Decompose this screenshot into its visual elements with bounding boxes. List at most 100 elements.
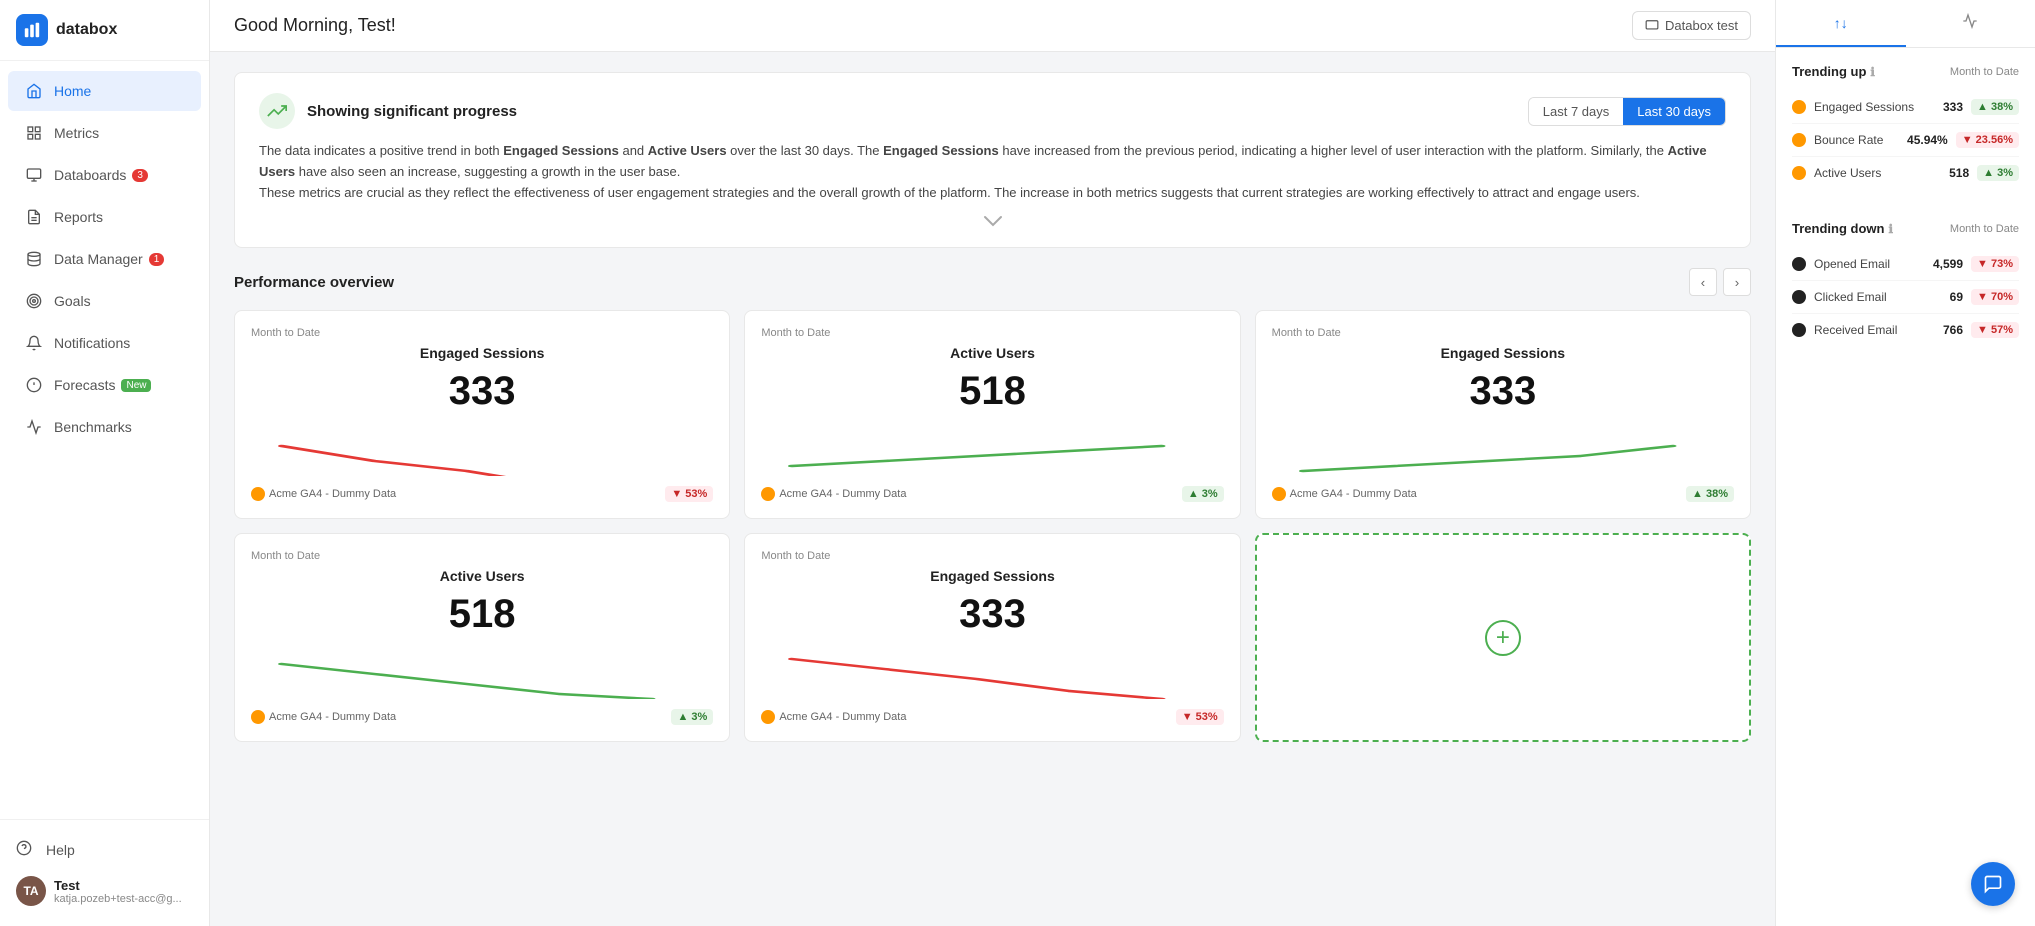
sidebar: databox Home Metrics Databoards 3 Rep [0,0,210,926]
trending-up-period: Month to Date [1950,66,2019,78]
metric-period-0: Month to Date [251,327,713,339]
trending-down-section: Trending down ℹ Month to Date Opened Ema… [1776,205,2035,362]
metric-source-3: Acme GA4 - Dummy Data [251,710,396,724]
sidebar-item-benchmarks[interactable]: Benchmarks [8,407,201,447]
trending-item-trend: ▼ 73% [1971,256,2019,272]
trending-item-value: 518 [1949,166,1969,180]
add-metric-icon: + [1485,620,1521,656]
trending-item-trend: ▼ 57% [1971,322,2019,338]
panel-tab-sort[interactable]: ↑↓ [1776,0,1906,47]
right-panel: ↑↓ Trending up ℹ Month to Date Engaged S… [1775,0,2035,926]
nav-arrows: ‹ › [1689,268,1751,296]
trending-down-items: Opened Email 4,599 ▼ 73% Clicked Email 6… [1792,248,2019,346]
add-metric-card[interactable]: + [1255,533,1751,742]
trending-item-name: Active Users [1814,166,1881,180]
sidebar-label-home: Home [54,83,91,99]
metric-chart-1 [761,426,1223,476]
sidebar-label-data-manager: Data Manager [54,251,143,267]
source-icon-1 [761,487,775,501]
sidebar-label-databoards: Databoards [54,167,126,183]
help-label: Help [46,842,75,858]
sidebar-item-forecasts[interactable]: Forecasts New [8,365,201,405]
sidebar-label-notifications: Notifications [54,335,130,351]
forecasts-icon [24,375,44,395]
metric-card-2: Month to Date Engaged Sessions 333 Acme … [1255,310,1751,519]
time-buttons: Last 7 days Last 30 days [1528,97,1726,126]
sidebar-item-home[interactable]: Home [8,71,201,111]
trending-down-header: Trending down ℹ Month to Date [1792,221,2019,236]
metric-value-4: 333 [761,592,1223,637]
metric-card-3: Month to Date Active Users 518 Acme GA4 … [234,533,730,742]
help-link[interactable]: Help [16,832,193,868]
trending-item-right: 69 ▼ 70% [1950,289,2019,305]
sidebar-label-goals: Goals [54,293,91,309]
trending-item-value: 333 [1943,100,1963,114]
prev-arrow[interactable]: ‹ [1689,268,1717,296]
metric-footer-3: Acme GA4 - Dummy Data ▲ 3% [251,709,713,725]
trending-item-left: Engaged Sessions [1792,100,1914,114]
data-manager-icon [24,249,44,269]
metric-footer-2: Acme GA4 - Dummy Data ▲ 38% [1272,486,1734,502]
sidebar-item-data-manager[interactable]: Data Manager 1 [8,239,201,279]
metric-name-0: Engaged Sessions [251,345,713,361]
metric-source-0: Acme GA4 - Dummy Data [251,487,396,501]
trending-item-right: 333 ▲ 38% [1943,99,2019,115]
trend-badge-0: ▼ 53% [665,486,713,502]
sidebar-nav: Home Metrics Databoards 3 Reports Data [0,61,209,819]
trending-up-item: Engaged Sessions 333 ▲ 38% [1792,91,2019,124]
trending-down-info[interactable]: ℹ [1888,222,1893,236]
trending-item-trend: ▲ 3% [1977,165,2019,181]
trending-up-info[interactable]: ℹ [1870,65,1875,79]
logo[interactable]: databox [0,0,209,61]
metric-period-2: Month to Date [1272,327,1734,339]
expand-button[interactable] [259,215,1726,227]
metric-footer-0: Acme GA4 - Dummy Data ▼ 53% [251,486,713,502]
pulse-icon [1962,13,1978,32]
sidebar-item-goals[interactable]: Goals [8,281,201,321]
trending-dot [1792,290,1806,304]
time-btn-7days[interactable]: Last 7 days [1529,98,1624,125]
trending-up-title: Trending up ℹ [1792,64,1875,79]
databoards-badge: 3 [132,169,148,182]
metrics-icon [24,123,44,143]
time-btn-30days[interactable]: Last 30 days [1623,98,1725,125]
sidebar-label-metrics: Metrics [54,125,99,141]
sidebar-bottom: Help TA Test katja.pozeb+test-acc@g... [0,819,209,926]
notifications-icon [24,333,44,353]
sidebar-item-metrics[interactable]: Metrics [8,113,201,153]
sidebar-item-reports[interactable]: Reports [8,197,201,237]
sidebar-label-reports: Reports [54,209,103,225]
trending-item-name: Opened Email [1814,257,1890,271]
chat-button[interactable] [1971,862,2015,906]
trending-item-left: Received Email [1792,323,1897,337]
source-icon-3 [251,710,265,724]
trending-item-trend: ▲ 38% [1971,99,2019,115]
progress-icon [259,93,295,129]
metric-chart-3 [251,649,713,699]
topbar: Good Morning, Test! Databox test [210,0,1775,52]
workspace-button[interactable]: Databox test [1632,11,1751,40]
sidebar-item-databoards[interactable]: Databoards 3 [8,155,201,195]
progress-card: Showing significant progress Last 7 days… [234,72,1751,248]
databoards-icon [24,165,44,185]
help-icon [16,840,36,860]
progress-card-header: Showing significant progress Last 7 days… [259,93,1726,129]
metric-value-1: 518 [761,369,1223,414]
sort-icon: ↑↓ [1834,15,1848,31]
trending-down-title: Trending down ℹ [1792,221,1893,236]
progress-card-title: Showing significant progress [307,103,517,120]
trending-item-value: 766 [1943,323,1963,337]
panel-tab-pulse[interactable] [1906,0,2035,47]
user-info: Test katja.pozeb+test-acc@g... [54,878,182,905]
metric-value-0: 333 [251,369,713,414]
performance-title: Performance overview [234,274,394,291]
source-icon-0 [251,487,265,501]
panel-tabs: ↑↓ [1776,0,2035,48]
trending-item-name: Engaged Sessions [1814,100,1914,114]
next-arrow[interactable]: › [1723,268,1751,296]
user-avatar: TA [16,876,46,906]
sidebar-item-notifications[interactable]: Notifications [8,323,201,363]
user-profile[interactable]: TA Test katja.pozeb+test-acc@g... [16,868,193,914]
page-title: Good Morning, Test! [234,15,396,36]
trending-item-name: Bounce Rate [1814,133,1883,147]
